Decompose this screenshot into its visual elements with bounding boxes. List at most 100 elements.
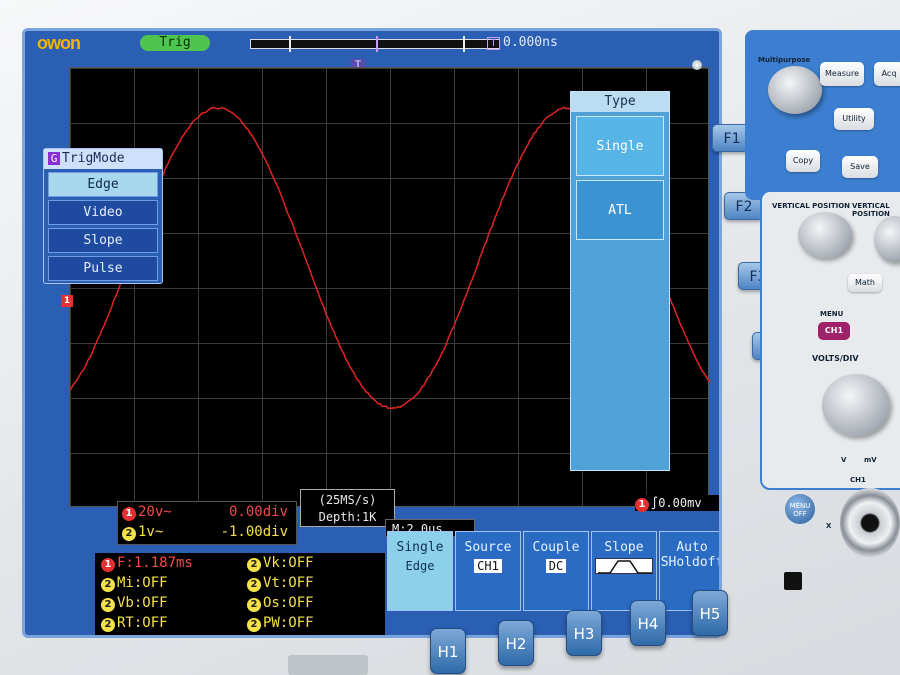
trigger-position-bar [250, 39, 500, 49]
trig-mode-menu-title: G TrigMode [44, 149, 162, 169]
ch1-input-label: CH1 [850, 476, 866, 484]
x-label: X [826, 522, 831, 530]
ch1-menu-button[interactable]: CH1 [818, 322, 850, 340]
meas-badge: 2 [247, 598, 261, 612]
meas-rt: 2 RT:OFF [101, 615, 168, 632]
v-label: V [841, 456, 846, 464]
meas-text: Vt:OFF [263, 575, 314, 591]
channel-status: 1 20v~ 0.00div 2 1v~ -1.00div [117, 501, 297, 545]
utility-button[interactable]: Utility [834, 108, 874, 130]
oscilloscope-bezel: owon Trig T 0.000ns T 1 G TrigMode Edge Vi… [0, 0, 900, 675]
meas-vt: 2 Vt:OFF [247, 575, 314, 592]
h3-key[interactable]: H3 [566, 610, 602, 656]
softkey-value: CH1 [474, 559, 502, 573]
meas-text: Vb:OFF [117, 595, 168, 611]
trigger-source-badge: 1 [635, 498, 649, 512]
meas-text: RT:OFF [117, 615, 168, 631]
acquire-button[interactable]: Acq [874, 62, 900, 86]
ch1-bnc-connector-icon[interactable] [840, 488, 900, 558]
indicator-square-icon [784, 572, 802, 590]
softkey-source[interactable]: Source CH1 [455, 531, 521, 611]
power-led-icon [692, 60, 702, 70]
oscilloscope-screen: owon Trig T 0.000ns T 1 G TrigMode Edge Vi… [22, 28, 722, 638]
softkey-label: Source [456, 540, 520, 555]
trigger-position-readout: T 0.000ns [487, 35, 558, 50]
meas-os: 2 Os:OFF [247, 595, 314, 612]
trigger-position-value: 0.000ns [503, 35, 558, 50]
h4-key[interactable]: H4 [630, 600, 666, 646]
mv-label: mV [864, 456, 877, 464]
sample-depth: Depth:1K [301, 509, 394, 526]
ch2-offset: -1.00div [221, 524, 288, 540]
ch1-offset: 0.00div [229, 504, 288, 520]
type-side-panel: Type Single ATL [570, 91, 670, 471]
brand-logo: owon [37, 33, 80, 54]
h5-key[interactable]: H5 [692, 590, 728, 636]
meas-text: PW:OFF [263, 615, 314, 631]
position-tick [289, 36, 291, 52]
ch1-position-marker[interactable]: 1 [61, 295, 73, 307]
softkey-slope[interactable]: Slope [591, 531, 657, 611]
g-icon: G [48, 152, 60, 165]
meas-mi: 2 Mi:OFF [101, 575, 168, 592]
ch1-scale-value: 20v~ [138, 504, 172, 520]
ch2-scale: 2 1v~ [122, 524, 163, 541]
meas-text: F:1.187ms [117, 555, 193, 571]
meas-badge: 2 [101, 598, 115, 612]
meas-badge: 2 [247, 558, 261, 572]
softkey-couple[interactable]: Couple DC [523, 531, 589, 611]
softkey-label: Auto [660, 540, 722, 555]
multipurpose-label: Multipurpose [758, 56, 810, 64]
meas-badge: 1 [101, 558, 115, 572]
ch1-vertical-position-knob[interactable] [798, 212, 852, 258]
menu-off-button[interactable]: MENU OFF [785, 494, 815, 524]
type-single-button[interactable]: Single [576, 116, 664, 176]
softkey-value: DC [546, 559, 566, 573]
ch1-volts-div-knob[interactable] [822, 374, 890, 436]
trigger-t-icon: T [487, 37, 500, 50]
meas-badge: 2 [101, 618, 115, 632]
trigger-level-readout: 1 ∫0.00mv [635, 495, 721, 511]
trig-mode-title-text: TrigMode [62, 151, 125, 166]
bottom-softkey-menu: Single Edge Source CH1 Couple DC Slope Auto… [387, 531, 722, 611]
ch2-scale-value: 1v~ [138, 524, 163, 540]
volts-div-label: VOLTS/DIV [812, 354, 859, 363]
position-tick [463, 36, 465, 52]
softkey-label: Slope [592, 540, 656, 555]
math-button[interactable]: Math [848, 274, 882, 292]
menu-label: MENU [820, 310, 843, 318]
trig-status-badge: Trig [140, 35, 210, 51]
slope-rise-fall-icon [595, 558, 653, 574]
trigger-level-value: 0.00mv [658, 496, 701, 510]
softkey-single-edge[interactable]: Single Edge [387, 531, 453, 611]
meas-pw: 2 PW:OFF [247, 615, 314, 632]
save-button[interactable]: Save [842, 156, 878, 178]
copy-button[interactable]: Copy [786, 150, 820, 172]
ch1-badge: 1 [122, 507, 136, 521]
ch2-badge: 2 [122, 527, 136, 541]
h2-key[interactable]: H2 [498, 620, 534, 666]
ch1-scale: 1 20v~ [122, 504, 172, 521]
top-status-bar: owon Trig T 0.000ns [25, 31, 719, 57]
h1-key[interactable]: H1 [430, 628, 466, 674]
trigger-position-marker [376, 36, 378, 52]
trig-mode-menu: G TrigMode Edge Video Slope Pulse [43, 148, 163, 284]
meas-text: Mi:OFF [117, 575, 168, 591]
type-atl-button[interactable]: ATL [576, 180, 664, 240]
sample-rate: (25MS/s) [301, 492, 394, 509]
measurement-panel: 1 F:1.187ms 2 Mi:OFF 2 Vb:OFF 2 RT:OFF 2 Vk:O… [95, 553, 385, 635]
trig-mode-option-video[interactable]: Video [48, 200, 158, 225]
trig-mode-option-slope[interactable]: Slope [48, 228, 158, 253]
meas-badge: 2 [247, 578, 261, 592]
trig-mode-option-pulse[interactable]: Pulse [48, 256, 158, 281]
meas-badge: 2 [247, 618, 261, 632]
trig-mode-option-edge[interactable]: Edge [48, 172, 158, 197]
meas-text: Vk:OFF [263, 555, 314, 571]
sample-info: (25MS/s) Depth:1K [300, 489, 395, 527]
meas-text: Os:OFF [263, 595, 314, 611]
measure-button[interactable]: Measure [820, 62, 864, 86]
softkey-label: Single [388, 540, 452, 555]
front-panel-lip [288, 655, 368, 675]
multipurpose-knob[interactable] [768, 66, 822, 114]
meas-vk: 2 Vk:OFF [247, 555, 314, 572]
